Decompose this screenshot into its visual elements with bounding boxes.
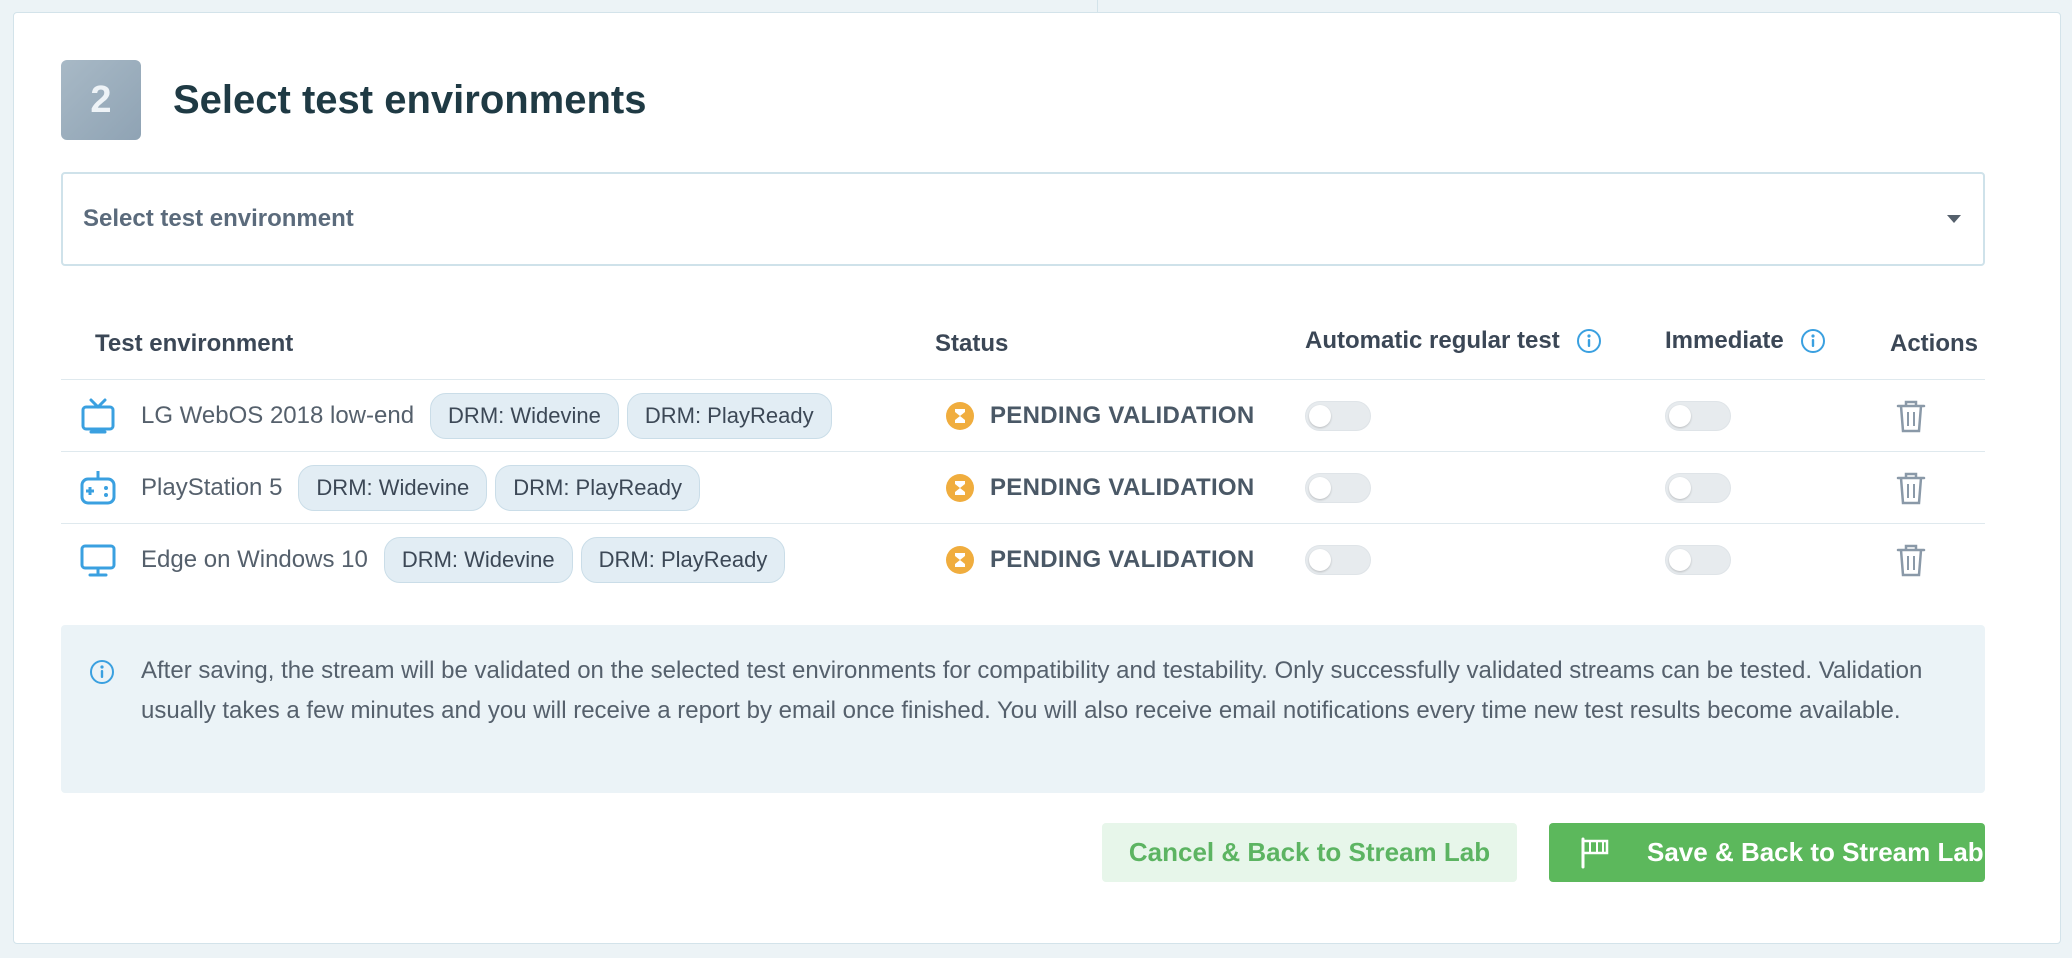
status-cell: PENDING VALIDATION [946, 524, 1255, 596]
status-badge: PENDING VALIDATION [990, 402, 1255, 429]
cancel-button-label: Cancel & Back to Stream Lab [1128, 837, 1491, 867]
trash-icon[interactable] [1895, 470, 1927, 506]
hourglass-icon [946, 474, 974, 502]
environment-name: PlayStation 5 [141, 474, 283, 501]
drm-tag: DRM: PlayReady [495, 465, 700, 511]
toggle-knob [1669, 405, 1691, 427]
environment-cell: PlayStation 5 DRM: Widevine DRM: PlayRea… [79, 452, 700, 524]
actions-cell [1895, 452, 1927, 524]
drm-tag: DRM: Widevine [298, 465, 488, 511]
hourglass-icon [946, 402, 974, 430]
immediate-cell [1665, 524, 1731, 596]
automatic-cell [1305, 452, 1371, 524]
automatic-test-toggle[interactable] [1305, 473, 1371, 503]
info-icon[interactable] [1576, 328, 1602, 354]
actions-cell [1895, 524, 1927, 596]
status-cell: PENDING VALIDATION [946, 452, 1255, 524]
table-row: PlayStation 5 DRM: Widevine DRM: PlayRea… [61, 452, 1985, 524]
table-header: Test environment Status Automatic regula… [61, 312, 1985, 380]
drm-tag: DRM: PlayReady [626, 393, 832, 439]
environment-name: Edge on Windows 10 [141, 546, 368, 573]
toggle-knob [1309, 477, 1331, 499]
step-header: 2 Select test environments [61, 60, 647, 140]
immediate-cell [1665, 452, 1731, 524]
automatic-cell [1305, 524, 1371, 596]
toggle-knob [1309, 405, 1331, 427]
toggle-knob [1669, 477, 1691, 499]
validation-info-box: After saving, the stream will be validat… [61, 625, 1985, 793]
automatic-cell [1305, 380, 1371, 452]
header-actions: Actions [1890, 330, 1979, 357]
info-icon [90, 660, 114, 684]
hourglass-icon [946, 546, 974, 574]
automatic-test-toggle[interactable] [1305, 545, 1371, 575]
toggle-knob [1669, 549, 1691, 571]
table-row: Edge on Windows 10 DRM: Widevine DRM: Pl… [61, 524, 1985, 596]
flag-icon [1581, 837, 1609, 868]
step-number-badge: 2 [61, 60, 141, 140]
info-icon[interactable] [1800, 328, 1826, 354]
header-immediate: Immediate [1665, 327, 1826, 355]
gamepad-icon [80, 471, 116, 505]
immediate-test-toggle[interactable] [1665, 545, 1731, 575]
status-cell: PENDING VALIDATION [946, 380, 1255, 452]
trash-icon[interactable] [1895, 542, 1927, 578]
cancel-button[interactable]: Cancel & Back to Stream Lab [1102, 823, 1517, 882]
immediate-test-toggle[interactable] [1665, 473, 1731, 503]
drm-tag: DRM: Widevine [383, 537, 573, 583]
header-test-environment: Test environment [95, 330, 294, 357]
header-status: Status [935, 330, 1009, 357]
test-environment-table: Test environment Status Automatic regula… [61, 312, 1985, 596]
immediate-cell [1665, 380, 1731, 452]
chevron-down-icon [1947, 215, 1961, 223]
actions-cell [1895, 380, 1927, 452]
test-environment-select-placeholder: Select test environment [83, 205, 354, 232]
save-button-label: Save & Back to Stream Lab [1647, 837, 1984, 867]
tv-icon [81, 398, 115, 434]
save-button[interactable]: Save & Back to Stream Lab [1549, 823, 1985, 882]
environment-cell: Edge on Windows 10 DRM: Widevine DRM: Pl… [79, 524, 786, 596]
toggle-knob [1309, 549, 1331, 571]
header-automatic-regular-test: Automatic regular test [1305, 327, 1602, 355]
environment-name: LG WebOS 2018 low-end [141, 402, 415, 429]
drm-tag: DRM: Widevine [430, 393, 619, 439]
immediate-test-toggle[interactable] [1665, 401, 1731, 431]
environment-cell: LG WebOS 2018 low-end DRM: Widevine DRM:… [79, 380, 832, 452]
table-row: LG WebOS 2018 low-end DRM: Widevine DRM:… [61, 380, 1985, 452]
validation-info-text: After saving, the stream will be validat… [141, 657, 1923, 724]
top-divider [1097, 0, 1098, 12]
trash-icon[interactable] [1895, 398, 1927, 434]
monitor-icon [80, 544, 116, 577]
status-badge: PENDING VALIDATION [990, 546, 1255, 573]
test-environment-select[interactable]: Select test environment [61, 172, 1985, 266]
drm-tag: DRM: PlayReady [580, 537, 786, 583]
automatic-test-toggle[interactable] [1305, 401, 1371, 431]
page-title: Select test environments [173, 77, 647, 122]
status-badge: PENDING VALIDATION [990, 474, 1255, 501]
